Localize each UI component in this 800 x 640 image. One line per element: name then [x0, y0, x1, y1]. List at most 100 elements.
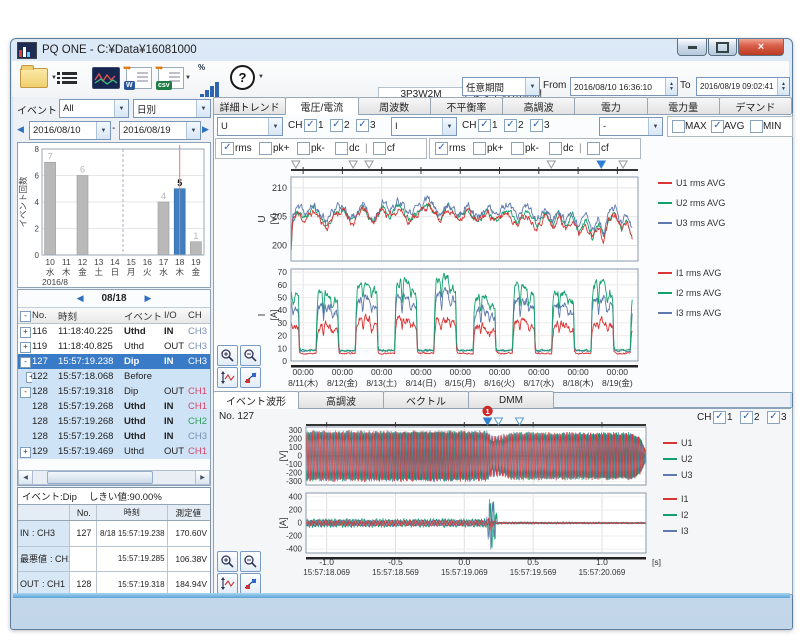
event-row[interactable]: 12815:57:19.268UthdINCH2	[18, 414, 210, 429]
u-pkplus-checkbox[interactable]	[259, 142, 272, 155]
tab-unbalance[interactable]: 不平衡率	[430, 97, 503, 114]
date-to-select[interactable]: 2016/08/19▼	[119, 121, 201, 140]
svg-text:0.0: 0.0	[458, 557, 470, 567]
expand-icon[interactable]: -	[18, 386, 32, 398]
svg-text:0.5: 0.5	[527, 557, 539, 567]
scrollbar-thumb[interactable]	[47, 471, 153, 484]
bottom-splitter[interactable]	[13, 593, 790, 598]
event-row[interactable]: -12715:57:19.238DipINCH3	[18, 354, 210, 369]
maximize-button[interactable]	[708, 39, 737, 56]
min-checkbox[interactable]	[750, 120, 763, 133]
i-rms-label: rms	[449, 143, 466, 154]
trend-zoom-out-button[interactable]	[240, 345, 261, 366]
u-channel-select[interactable]: U▼	[217, 117, 283, 136]
from-datetime-field[interactable]: 2016/08/10 16:36:10▲▼	[570, 77, 678, 96]
u-ch2-checkbox[interactable]: ✓	[330, 119, 343, 132]
event-row[interactable]: +12215:57:18.068Before	[18, 369, 210, 384]
u-dc-checkbox[interactable]	[335, 142, 348, 155]
wave-cursor-button[interactable]	[240, 573, 261, 594]
trend-zoom-in-button[interactable]	[217, 345, 238, 366]
u-cf-checkbox[interactable]	[373, 142, 386, 155]
expand-icon[interactable]: +	[18, 341, 32, 353]
tab-voltage-current[interactable]: 電圧/電流	[285, 97, 358, 115]
to-datetime-field[interactable]: 2016/08/19 09:02:41▲▼	[696, 77, 790, 96]
tab-harmonics[interactable]: 高調波	[502, 97, 575, 114]
view-mode-select[interactable]: 日別▼	[133, 99, 211, 118]
expand-icon[interactable]: -	[18, 356, 32, 368]
tab-energy[interactable]: 電力量	[647, 97, 720, 114]
event-table: - No. 時刻 イベント I/O CH +11611:18:40.225Uth…	[18, 308, 210, 459]
csv-export-button[interactable]: ➥csv▼	[158, 65, 184, 91]
spinner-icon[interactable]: ▲▼	[777, 78, 789, 95]
word-export-button[interactable]: ➥W	[126, 65, 152, 91]
col-ch[interactable]: CH	[188, 310, 208, 321]
event-row[interactable]: 12815:57:19.268UthdINCH1	[18, 399, 210, 414]
event-list-hscrollbar[interactable]: ◀ ▶	[18, 470, 210, 485]
tab-demand[interactable]: デマンド	[719, 97, 792, 114]
i-ch2-checkbox[interactable]: ✓	[504, 119, 517, 132]
svg-text:8/14(日): 8/14(日)	[406, 378, 437, 388]
expand-icon[interactable]: +	[18, 326, 32, 338]
wave-zoom-in-button[interactable]	[217, 551, 238, 572]
i-channel-select[interactable]: I▼	[391, 117, 457, 136]
help-button[interactable]: ?▼	[230, 64, 264, 90]
report-view-button[interactable]	[92, 65, 120, 91]
svg-text:I2 rms AVG: I2 rms AVG	[676, 288, 721, 298]
wave-yscale-button[interactable]	[217, 573, 238, 594]
max-checkbox[interactable]	[672, 120, 685, 133]
scroll-left-icon[interactable]: ◀	[19, 471, 33, 484]
current-day-label: 08/18	[101, 293, 126, 304]
tab-frequency[interactable]: 周波数	[358, 97, 431, 114]
i-cf-checkbox[interactable]	[587, 142, 600, 155]
i-dc-checkbox[interactable]	[549, 142, 562, 155]
avg-checkbox[interactable]: ✓	[711, 120, 724, 133]
help-icon: ?	[230, 65, 255, 90]
col-io[interactable]: I/O	[164, 310, 188, 321]
max-label: MAX	[685, 121, 707, 132]
i-rms-checkbox[interactable]: ✓	[435, 142, 448, 155]
date-from-select[interactable]: 2016/08/10▼	[29, 121, 111, 140]
next-day-button[interactable]: ▶	[145, 293, 152, 304]
u-ch3-checkbox[interactable]: ✓	[356, 119, 369, 132]
tab-detail-trend[interactable]: 詳細トレンド	[213, 97, 286, 114]
col-event[interactable]: イベント	[124, 309, 164, 323]
u-rms-checkbox[interactable]: ✓	[221, 142, 234, 155]
event-io: IN	[164, 416, 188, 427]
col-no[interactable]: No.	[32, 310, 58, 321]
extra-select[interactable]: -▼	[599, 117, 663, 136]
wave-zoom-out-button[interactable]	[240, 551, 261, 572]
trend-period-select[interactable]: 任意期間▼	[462, 77, 540, 96]
next-range-button[interactable]: ▶	[202, 124, 209, 135]
i-ch1-checkbox[interactable]: ✓	[478, 119, 491, 132]
svg-text:0: 0	[35, 251, 40, 260]
trend-yscale-button[interactable]	[217, 367, 238, 388]
prev-range-button[interactable]: ◀	[17, 124, 24, 135]
trend-cursor-button[interactable]	[240, 367, 261, 388]
event-filter-select[interactable]: All▼	[59, 99, 129, 118]
expand-icon[interactable]: +	[18, 371, 32, 383]
trend-charts: 200205210U[V]U1 rms AVGU2 rms AVGU3 rms …	[213, 157, 800, 391]
tab-event-waveform[interactable]: イベント波形	[213, 391, 299, 409]
i-pkplus-checkbox[interactable]	[473, 142, 486, 155]
tab-power[interactable]: 電力	[574, 97, 647, 114]
event-row[interactable]: +11611:18:40.225UthdINCH3	[18, 324, 210, 339]
expand-icon[interactable]: +	[18, 446, 32, 458]
event-row[interactable]: 12815:57:19.268UthdINCH3	[18, 429, 210, 444]
collapse-all-icon[interactable]: -	[20, 311, 31, 322]
spinner-icon[interactable]: ▲▼	[665, 78, 677, 95]
event-list-button[interactable]	[62, 65, 77, 91]
titlebar[interactable]: PQ ONE - C:¥Data¥16081000 ×	[11, 39, 792, 61]
close-button[interactable]: ×	[738, 39, 784, 56]
minimize-button[interactable]	[677, 39, 707, 56]
i-pkminus-checkbox[interactable]	[511, 142, 524, 155]
scroll-right-icon[interactable]: ▶	[195, 471, 209, 484]
i-ch3-checkbox[interactable]: ✓	[530, 119, 543, 132]
open-folder-button[interactable]: ▼	[20, 65, 57, 91]
col-time[interactable]: 時刻	[58, 309, 124, 323]
u-pkminus-checkbox[interactable]	[297, 142, 310, 155]
prev-day-button[interactable]: ◀	[77, 293, 84, 304]
event-row[interactable]: +11911:18:40.825UthdOUTCH3	[18, 339, 210, 354]
event-row[interactable]: +12915:57:19.469UthdOUTCH1	[18, 444, 210, 459]
u-ch1-checkbox[interactable]: ✓	[304, 119, 317, 132]
event-row[interactable]: -12815:57:19.318DipOUTCH1	[18, 384, 210, 399]
